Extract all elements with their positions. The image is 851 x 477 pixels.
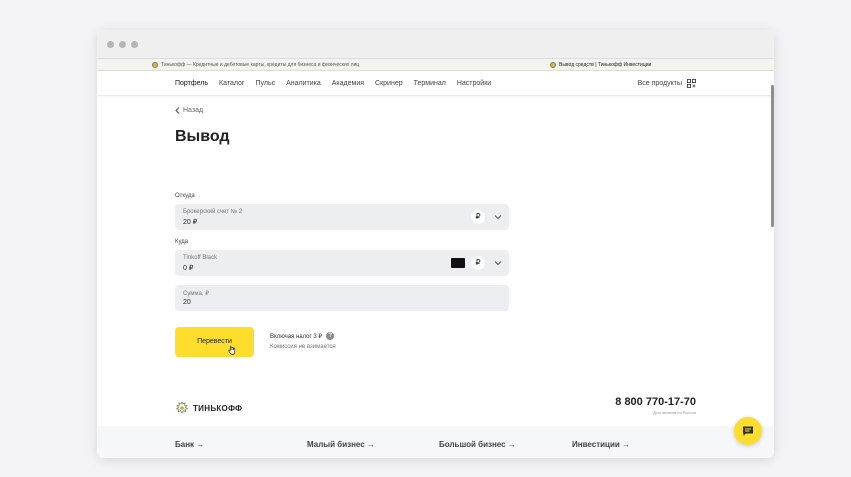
nav-item-settings[interactable]: Настройки [457,80,491,87]
to-label: Куда [175,239,189,245]
from-account-name: Брокерский счет № 2 [183,209,243,215]
tinkoff-favicon-icon [152,62,158,68]
top-navigation: Портфель Каталог Пульс Аналитика Академи… [97,71,774,96]
fee-info: Включая налог 3 ₽ ? [270,332,335,340]
fee-subtitle: Комиссия не взимается [270,344,336,350]
from-account-select[interactable]: Брокерский счет № 2 20 ₽ ₽ [175,204,509,230]
chevron-down-icon [494,261,502,266]
support-phone[interactable]: 8 800 770-17-70 [615,396,696,408]
tab-title: Тинькофф — Кредитные и дебетовые карты, … [161,62,360,68]
footer-link-big-business[interactable]: Большой бизнес → [439,440,516,449]
nav-item-terminal[interactable]: Терминал [414,80,446,87]
tab-title: Вывод средств | Тинькофф Инвестиции [559,62,652,68]
footer-logo[interactable]: ТИНЬКОФФ [175,401,242,415]
back-label: Назад [183,107,204,114]
ruble-icon: ₽ [471,256,485,270]
fee-title: Включая налог 3 ₽ [270,333,323,340]
hand-cursor-icon [228,345,236,355]
nav-item-analytics[interactable]: Аналитика [286,80,321,87]
chat-bubble-icon [743,426,753,436]
to-account-name: Tinkoff Black [183,255,218,261]
browser-tab-tinkoff-home[interactable]: Тинькофф — Кредитные и дебетовые карты, … [152,62,359,68]
amount-label: Сумма, ₽ [183,291,210,297]
footer-link-bank[interactable]: Банк → [175,440,204,449]
back-link[interactable]: Назад [175,107,203,114]
nav-item-academy[interactable]: Академия [332,80,364,87]
ruble-icon: ₽ [471,210,485,224]
tinkoff-emblem-icon [175,401,189,414]
nav-item-catalog[interactable]: Каталог [219,80,244,87]
transfer-button[interactable]: Перевести [175,327,254,357]
window-close-dot[interactable] [107,41,114,48]
all-products-label: Все продукты [637,80,682,87]
page-scrollbar[interactable] [771,85,774,227]
transfer-button-label: Перевести [197,338,232,345]
chat-button[interactable] [734,417,762,445]
products-grid-icon [687,79,696,88]
all-products-button[interactable]: Все продукты [638,79,696,88]
help-question-icon[interactable]: ? [326,332,335,340]
browser-tab-withdrawal[interactable]: Вывод средств | Тинькофф Инвестиции [550,62,651,68]
tinkoff-favicon-icon [550,62,556,68]
brand-name: ТИНЬКОФФ [193,403,243,413]
amount-value: 20 [183,299,191,306]
browser-window: Тинькофф — Кредитные и дебетовые карты, … [97,30,774,458]
nav-item-portfolio[interactable]: Портфель [175,80,208,87]
browser-tabs-bar: Тинькофф — Кредитные и дебетовые карты, … [97,59,774,71]
nav-item-screener[interactable]: Скринер [375,80,403,87]
footer-link-investments[interactable]: Инвестиции → [572,440,630,449]
from-account-balance: 20 ₽ [183,219,198,226]
black-card-icon [451,258,465,268]
from-label: Откуда [175,193,195,199]
nav-items: Портфель Каталог Пульс Аналитика Академи… [175,80,502,87]
window-minimize-dot[interactable] [119,41,126,48]
to-account-select[interactable]: Tinkoff Black 0 ₽ ₽ [175,250,509,276]
window-maximize-dot[interactable] [131,41,138,48]
chevron-left-icon [175,107,180,114]
chevron-down-icon [494,215,502,220]
nav-item-pulse[interactable]: Пульс [255,80,275,87]
window-titlebar [97,30,774,59]
footer-link-small-business[interactable]: Малый бизнес → [307,440,375,449]
footer-categories: Банк → Малый бизнес → Большой бизнес → И… [97,426,774,458]
to-account-balance: 0 ₽ [183,265,194,272]
support-phone-caption: Для звонков по России [653,410,696,415]
amount-input[interactable]: Сумма, ₽ 20 [175,285,509,311]
page-title: Вывод [175,128,230,145]
